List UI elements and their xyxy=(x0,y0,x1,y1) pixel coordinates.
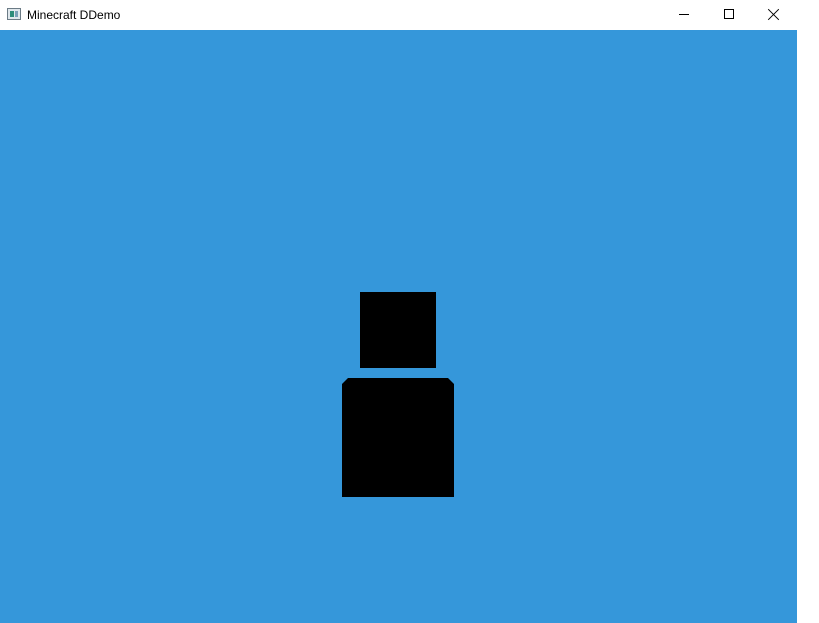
game-viewport[interactable] xyxy=(0,30,797,623)
minimize-button[interactable] xyxy=(661,0,707,30)
figure-head-block xyxy=(360,292,436,368)
close-icon xyxy=(768,8,780,20)
game-window: Minecraft DDemo xyxy=(0,0,797,623)
window-title: Minecraft DDemo xyxy=(27,8,121,22)
close-button[interactable] xyxy=(752,0,798,30)
maximize-icon xyxy=(724,9,734,19)
window-app-icon[interactable] xyxy=(7,8,21,20)
title-bar[interactable]: Minecraft DDemo xyxy=(0,0,797,30)
minimize-icon xyxy=(679,14,689,15)
maximize-button[interactable] xyxy=(707,0,753,30)
figure-body-block xyxy=(342,378,454,497)
desktop-strip xyxy=(797,0,819,623)
